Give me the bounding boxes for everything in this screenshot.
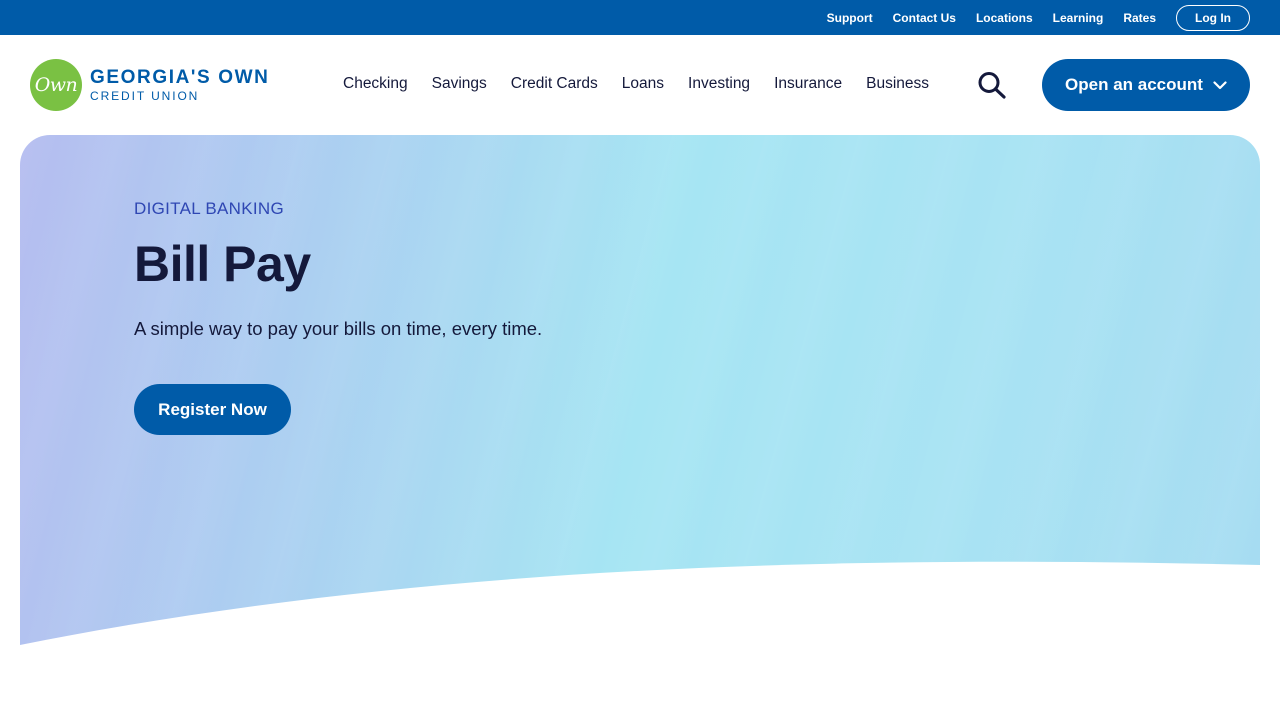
nav-item-savings[interactable]: Savings — [432, 75, 487, 93]
hero-subtitle: A simple way to pay your bills on time, … — [134, 318, 543, 339]
search-icon — [978, 72, 1006, 99]
utility-link-learning[interactable]: Learning — [1053, 12, 1104, 24]
utility-link-support[interactable]: Support — [827, 12, 873, 24]
utility-link-locations[interactable]: Locations — [976, 12, 1033, 24]
hero-content: DIGITAL BANKING Bill Pay A simple way to… — [134, 199, 542, 435]
nav-item-checking[interactable]: Checking — [343, 75, 408, 93]
open-account-label: Open an account — [1065, 75, 1203, 94]
utility-bar: Support Contact Us Locations Learning Ra… — [0, 0, 1280, 35]
nav-item-insurance[interactable]: Insurance — [774, 75, 842, 93]
logo[interactable]: Own GEORGIA'S OWN CREDIT UNION — [30, 58, 269, 112]
login-button[interactable]: Log In — [1176, 4, 1250, 31]
logo-name-line1: GEORGIA'S OWN — [90, 67, 270, 88]
nav-item-loans[interactable]: Loans — [622, 75, 664, 93]
nav-item-investing[interactable]: Investing — [688, 75, 750, 93]
utility-link-contact-us[interactable]: Contact Us — [893, 12, 956, 24]
utility-nav: Support Contact Us Locations Learning Ra… — [827, 12, 1156, 24]
logo-wordmark: GEORGIA'S OWN CREDIT UNION — [90, 67, 269, 103]
nav-item-business[interactable]: Business — [866, 75, 929, 93]
chevron-down-icon — [1213, 80, 1227, 89]
main-nav: Checking Savings Credit Cards Loans Inve… — [343, 75, 929, 93]
hero-eyebrow: DIGITAL BANKING — [134, 199, 284, 218]
main-header: Own GEORGIA'S OWN CREDIT UNION Checking … — [0, 35, 1280, 135]
nav-item-credit-cards[interactable]: Credit Cards — [511, 75, 598, 93]
search-button[interactable] — [975, 70, 1009, 100]
logo-name-line2: CREDIT UNION — [90, 89, 200, 103]
utility-link-rates[interactable]: Rates — [1123, 12, 1156, 24]
page-title: Bill Pay — [134, 236, 311, 292]
logo-mark: Own — [30, 59, 82, 111]
register-now-button[interactable]: Register Now — [134, 384, 291, 435]
open-account-button[interactable]: Open an account — [1042, 59, 1250, 111]
hero-banner: DIGITAL BANKING Bill Pay A simple way to… — [20, 135, 1260, 645]
